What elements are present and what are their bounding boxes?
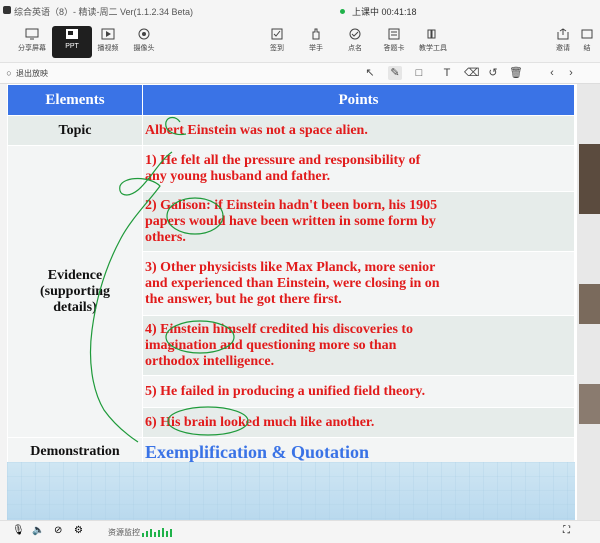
- play-video-button[interactable]: 播视频: [88, 26, 128, 58]
- ppt-icon: [66, 29, 78, 39]
- camera-label: 摄像头: [133, 45, 155, 52]
- text-icon[interactable]: T: [440, 66, 454, 80]
- evidence-line: Evidence: [47, 267, 103, 283]
- next-page-icon[interactable]: ›: [564, 66, 578, 80]
- recording-indicator-icon: [340, 9, 345, 14]
- point-line: 1) He felt all the pressure and responsi…: [145, 152, 421, 168]
- roll-call-icon: [349, 28, 361, 40]
- point-line: 2) Galison: if Einstein hadn't been born…: [145, 197, 438, 213]
- status-bar: 🎙 🔈 ⊘ ⚙ 资源监控 ⛶: [0, 520, 600, 543]
- video-strip: [577, 84, 600, 520]
- evidence-point-3: 3) Other physicists like Max Planck, mor…: [142, 251, 575, 316]
- sign-in-label: 签到: [270, 45, 284, 52]
- eraser-icon[interactable]: ⌫: [464, 66, 480, 80]
- pen-icon[interactable]: ✎: [388, 66, 402, 80]
- main-toolbar: 分享屏幕 PPT 播视频 摄像头 签到 举手 点名 答题卡 教学工具 邀请 结: [0, 22, 600, 63]
- window-title: 综合英语（8）- 精读-周二 Ver(1.1.2.34 Beta): [14, 7, 194, 17]
- camera-icon: [138, 28, 150, 40]
- point-line: others.: [145, 229, 186, 245]
- end-icon: [581, 29, 593, 39]
- roll-call-button[interactable]: 点名: [335, 26, 375, 58]
- grid-pattern: [7, 462, 575, 520]
- checkbox-icon: [271, 28, 283, 40]
- play-video-label: 播视频: [97, 45, 119, 52]
- class-status: 上课中 00:41:18: [352, 7, 417, 17]
- evidence-point-1: 1) He felt all the pressure and responsi…: [142, 145, 575, 192]
- element-evidence: Evidence (supporting details): [7, 145, 143, 438]
- speaker-icon[interactable]: 🔈: [32, 525, 44, 536]
- camera-button[interactable]: 摄像头: [124, 26, 164, 58]
- microphone-icon[interactable]: 🎙: [12, 525, 25, 536]
- point-line: 5) He failed in producing a unified fiel…: [145, 383, 426, 399]
- app-logo-icon: [3, 6, 11, 14]
- point-line: and experienced than Einstein, were clos…: [145, 275, 440, 291]
- answer-card-icon: [388, 28, 400, 40]
- evidence-line: details): [53, 299, 97, 315]
- shape-icon[interactable]: □: [412, 66, 426, 80]
- elements-table: Elements Points Topic Albert Einstein wa…: [7, 84, 575, 466]
- answer-card-label: 答题卡: [383, 45, 405, 52]
- video-thumbnail[interactable]: [579, 144, 600, 214]
- undo-icon[interactable]: ↺: [486, 66, 500, 80]
- tools-icon: [427, 29, 436, 39]
- fullscreen-icon[interactable]: ⛶: [563, 525, 570, 536]
- point-line: 4) Einstein himself credited his discove…: [145, 321, 414, 337]
- monitor-icon: [25, 28, 39, 40]
- table-row: Evidence (supporting details) 1) He felt…: [7, 145, 575, 438]
- evidence-point-5: 5) He failed in producing a unified fiel…: [142, 375, 575, 408]
- exit-presentation-button[interactable]: 退出放映: [16, 68, 48, 79]
- slide-background-decoration: [7, 462, 575, 520]
- point-line: 6) His brain looked much like another.: [145, 414, 375, 430]
- video-thumbnail[interactable]: [579, 384, 600, 424]
- teaching-tools-button[interactable]: 教学工具: [413, 26, 453, 58]
- table-row: Topic Albert Einstein was not a space al…: [7, 115, 575, 146]
- point-topic: Albert Einstein was not a space alien.: [142, 115, 575, 146]
- share-screen-button[interactable]: 分享屏幕: [12, 26, 52, 58]
- point-line: imagination and questioning more so than: [145, 337, 397, 353]
- ppt-label: PPT: [65, 43, 79, 50]
- signal-bars-icon: [142, 528, 172, 537]
- raise-hand-button[interactable]: 举手: [296, 26, 336, 58]
- point-line: orthodox intelligence.: [145, 353, 275, 369]
- header-elements: Elements: [7, 84, 143, 116]
- share-screen-label: 分享屏幕: [18, 45, 46, 52]
- point-line: 3) Other physicists like Max Planck, mor…: [145, 259, 436, 275]
- answer-card-button[interactable]: 答题卡: [374, 26, 414, 58]
- hand-icon: [312, 28, 320, 40]
- point-line: any young husband and father.: [145, 168, 331, 184]
- video-thumbnail[interactable]: [579, 284, 600, 324]
- slide: Elements Points Topic Albert Einstein wa…: [7, 84, 577, 520]
- roll-call-label: 点名: [348, 45, 362, 52]
- evidence-point-6: 6) His brain looked much like another.: [142, 407, 575, 438]
- end-class-label: 结: [583, 45, 591, 52]
- evidence-point-2: 2) Galison: if Einstein hadn't been born…: [142, 191, 575, 252]
- pointer-icon[interactable]: ↖: [363, 66, 377, 80]
- video-icon: [101, 28, 115, 40]
- share-out-icon: [557, 28, 569, 40]
- presentation-bar: ○ 退出放映 ↖ ✎ □ T ⌫ ↺ 🗑 ‹ ›: [0, 63, 600, 84]
- point-line: the answer, but he got there first.: [145, 291, 342, 307]
- element-topic: Topic: [7, 115, 143, 146]
- ppt-button[interactable]: PPT: [52, 26, 92, 58]
- trash-icon[interactable]: 🗑: [509, 66, 523, 80]
- sign-in-button[interactable]: 签到: [257, 26, 297, 58]
- point-line: papers would have been written in some f…: [145, 213, 436, 229]
- resource-monitor-label: 资源监控: [108, 528, 140, 537]
- evidence-line: (supporting: [39, 283, 111, 299]
- header-points: Points: [142, 84, 575, 116]
- prev-page-icon[interactable]: ‹: [545, 66, 559, 80]
- exit-icon: ○: [6, 68, 12, 78]
- settings-icon[interactable]: ⚙: [74, 525, 83, 536]
- teaching-tools-label: 教学工具: [419, 45, 447, 52]
- title-bar: 综合英语（8）- 精读-周二 Ver(1.1.2.34 Beta) 上课中 00…: [0, 0, 600, 22]
- raise-hand-label: 举手: [309, 45, 323, 52]
- end-class-button[interactable]: 结: [574, 26, 600, 58]
- invite-label: 邀请: [556, 45, 570, 52]
- evidence-point-4: 4) Einstein himself credited his discove…: [142, 315, 575, 376]
- mute-icon[interactable]: ⊘: [54, 525, 62, 536]
